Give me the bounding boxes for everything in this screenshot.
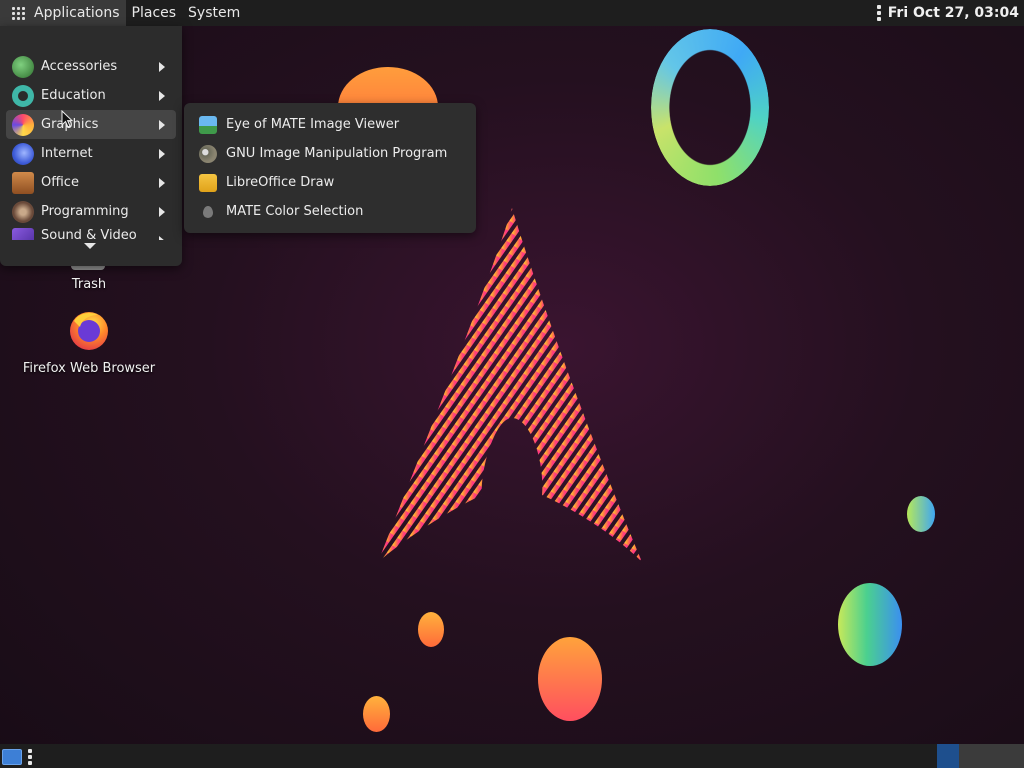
menu-item-label: Accessories: [41, 59, 118, 74]
sound-video-icon: [12, 228, 34, 240]
submenu-arrow-icon: [159, 149, 165, 159]
menu-item-graphics[interactable]: Graphics: [6, 110, 176, 139]
applications-menu-button[interactable]: Applications: [0, 0, 126, 26]
programming-icon: [12, 200, 34, 223]
submenu-item-label: LibreOffice Draw: [226, 175, 335, 190]
apps-grid-icon: [12, 6, 25, 20]
menu-item-label: Sound & Video: [41, 228, 137, 240]
places-label: Places: [131, 5, 177, 21]
menu-item-label: Office: [41, 175, 79, 190]
wallpaper-small-orange-circle: [363, 696, 390, 732]
panel-handle-icon[interactable]: [876, 5, 881, 21]
panel-handle-icon[interactable]: [28, 749, 32, 765]
system-menu-button[interactable]: System: [182, 0, 246, 26]
mouse-cursor-icon: [61, 110, 73, 128]
submenu-item-label: GNU Image Manipulation Program: [226, 146, 448, 161]
firefox-icon: [70, 312, 108, 350]
menu-item-office[interactable]: Office: [0, 168, 182, 197]
desktop-icon-trash[interactable]: Trash: [14, 277, 164, 292]
show-desktop-icon[interactable]: [2, 749, 22, 765]
menu-item-internet[interactable]: Internet: [0, 139, 182, 168]
internet-icon: [12, 142, 34, 165]
menu-item-sound-video[interactable]: Sound & Video: [0, 226, 182, 240]
system-label: System: [188, 5, 241, 21]
wallpaper-large-green-circle: [838, 583, 902, 666]
submenu-item-eye-of-mate[interactable]: Eye of MATE Image Viewer: [184, 110, 476, 139]
top-panel: Applications Places System Fri Oct 27, 0…: [0, 0, 1024, 26]
clock-area[interactable]: Fri Oct 27, 03:04: [876, 0, 1024, 26]
submenu-arrow-icon: [159, 120, 165, 130]
submenu-item-gimp[interactable]: GNU Image Manipulation Program: [184, 139, 476, 168]
wallpaper-gradient-ring: [651, 29, 769, 186]
color-selection-icon: [203, 205, 213, 218]
wallpaper-arch-logo: [378, 208, 642, 562]
submenu-arrow-icon: [159, 62, 165, 72]
desktop-icon-label: Trash: [71, 277, 107, 292]
menu-item-label: Education: [41, 88, 106, 103]
office-icon: [12, 171, 34, 194]
wallpaper-small-orange-circle: [418, 612, 444, 647]
gimp-icon: [199, 144, 217, 163]
submenu-arrow-icon: [159, 91, 165, 101]
menu-item-label: Internet: [41, 146, 93, 161]
submenu-item-label: Eye of MATE Image Viewer: [226, 117, 400, 132]
submenu-arrow-icon: [159, 178, 165, 188]
submenu-arrow-icon: [159, 207, 165, 217]
submenu-arrow-icon: [159, 236, 165, 240]
wallpaper-large-orange-circle: [538, 637, 602, 721]
accessories-icon: [12, 55, 34, 78]
workspace-2-button[interactable]: [959, 744, 1024, 768]
menu-item-label: Programming: [41, 204, 129, 219]
graphics-submenu: Eye of MATE Image Viewer GNU Image Manip…: [184, 103, 476, 233]
menu-item-programming[interactable]: Programming: [0, 197, 182, 226]
desktop-icon-firefox[interactable]: Firefox Web Browser: [14, 309, 164, 376]
submenu-item-color-selection[interactable]: MATE Color Selection: [184, 197, 476, 226]
menu-item-accessories[interactable]: Accessories: [0, 52, 182, 81]
clock[interactable]: Fri Oct 27, 03:04: [888, 5, 1019, 21]
submenu-item-label: MATE Color Selection: [226, 204, 364, 219]
image-viewer-icon: [199, 115, 217, 134]
applications-label: Applications: [34, 5, 120, 21]
menu-item-education[interactable]: Education: [0, 81, 182, 110]
places-menu-button[interactable]: Places: [126, 0, 183, 26]
bottom-panel: [0, 744, 1024, 768]
submenu-item-libreoffice-draw[interactable]: LibreOffice Draw: [184, 168, 476, 197]
libreoffice-draw-icon: [199, 173, 217, 192]
education-icon: [12, 84, 34, 107]
wallpaper-small-green-circle: [907, 496, 935, 532]
scroll-down-arrow-icon[interactable]: [84, 243, 96, 249]
desktop-icon-label: Firefox Web Browser: [22, 361, 156, 376]
applications-menu: Accessories Education Graphics Internet …: [0, 26, 182, 266]
graphics-icon: [12, 113, 34, 136]
workspace-1-button[interactable]: [937, 744, 959, 768]
